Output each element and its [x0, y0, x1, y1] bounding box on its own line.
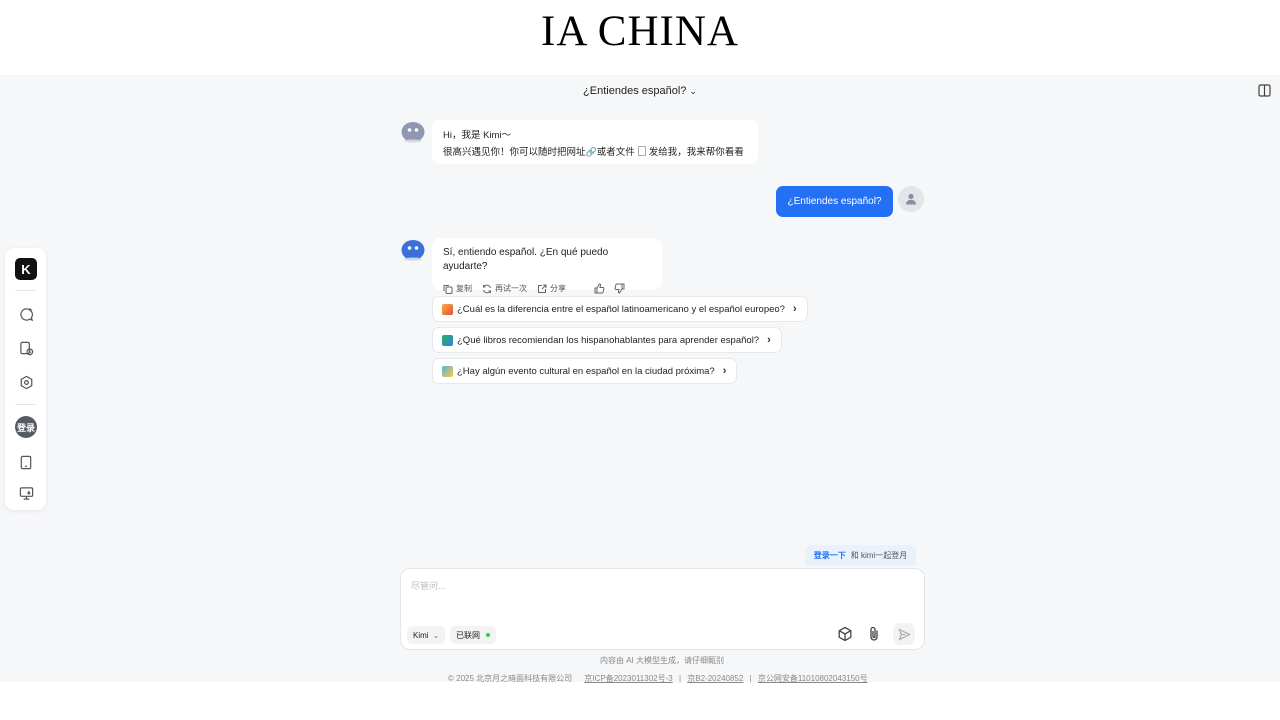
chat-title-dropdown[interactable]: ¿Entiendes español? ⌄: [0, 85, 1280, 97]
login-link[interactable]: 登录一下: [814, 550, 846, 561]
party-emoji-icon: [442, 303, 453, 315]
retry-button[interactable]: 再试一次: [482, 283, 527, 294]
sidebar-divider: [15, 404, 36, 405]
share-button[interactable]: 分享: [537, 283, 566, 294]
desktop-app-icon[interactable]: [15, 482, 37, 504]
composer: Kimi⌄ 已联网: [400, 568, 925, 650]
chat-title: ¿Entiendes español?: [583, 85, 687, 97]
b2-license-link[interactable]: 京B2-20240852: [687, 674, 743, 683]
chevron-down-icon: ⌄: [432, 630, 440, 640]
ai-disclaimer: 内容由 AI 大模型生成，请仔细甄别: [599, 656, 724, 665]
sidebar-divider: [15, 290, 36, 291]
icp-link[interactable]: 京ICP备2023011302号-3: [584, 674, 672, 683]
reply-text: Sí, entiendo español. ¿En qué puedo ayud…: [443, 247, 609, 272]
chevron-right-icon: ›: [792, 303, 797, 315]
model-selector[interactable]: Kimi ⌄: [407, 626, 446, 644]
link-icon: 🔗: [585, 147, 597, 157]
reply-actions: 复制 再试一次 分享: [443, 283, 651, 294]
masks-emoji-icon: [442, 365, 453, 377]
banner-title: IA CHINA: [541, 8, 739, 55]
kimi-logo[interactable]: K: [15, 258, 37, 280]
login-avatar-button[interactable]: 登录: [15, 416, 37, 438]
thumbs-up-icon[interactable]: [594, 283, 605, 294]
web-search-toggle[interactable]: 已联网: [450, 626, 496, 644]
greeting-message: Hi，我是 Kimi～ 很高兴遇见你！你可以随时把网址🔗或者文件 发给我，我来帮你…: [432, 120, 758, 164]
history-icon[interactable]: [15, 337, 37, 359]
share-icon: [538, 284, 547, 293]
message-input[interactable]: [411, 577, 811, 595]
copy-button[interactable]: 复制: [443, 283, 472, 294]
thumbs-down-icon[interactable]: [614, 283, 625, 294]
chevron-down-icon: ⌄: [689, 86, 697, 96]
suggestion-item[interactable]: ¿Cuál es la diferencia entre el español …: [432, 296, 808, 322]
greeting-line1: Hi，我是 Kimi～: [443, 130, 512, 141]
greeting-line2: 很高兴遇见你！你可以随时把网址🔗或者文件 发给我，我来帮你看看: [443, 146, 744, 158]
suggestion-item[interactable]: ¿Qué libros recomiendan los hispanohabla…: [432, 327, 782, 353]
sidebar: K 登录: [5, 248, 46, 510]
file-icon: [637, 146, 646, 156]
explore-icon[interactable]: [15, 371, 37, 393]
chat-app: K 登录 ¿Entiendes español? ⌄ Hi，我是 Kimi～ 很高: [0, 75, 1280, 683]
split-view-icon[interactable]: [1258, 84, 1271, 97]
login-tip: 登录一下 和 kimi一起登月: [805, 545, 916, 566]
mobile-app-icon[interactable]: [15, 451, 37, 473]
footer: © 2025 北京月之暗面科技有限公司 京ICP备2023011302号-3 |…: [448, 674, 868, 683]
send-icon: [897, 627, 911, 641]
kimi-bot-avatar: [401, 238, 425, 262]
cube-icon[interactable]: [834, 623, 856, 645]
banner: IA CHINA: [0, 0, 1280, 75]
login-tip-text: 和 kimi一起登月: [850, 551, 908, 560]
books-emoji-icon: [442, 334, 453, 346]
copyright-text: © 2025 北京月之暗面科技有限公司: [448, 674, 573, 683]
attachment-icon[interactable]: [863, 623, 885, 645]
refresh-icon: [483, 284, 491, 293]
user-avatar: [898, 186, 924, 212]
copy-icon: [443, 284, 453, 294]
kimi-bot-avatar: [401, 120, 425, 144]
send-button[interactable]: [893, 623, 915, 645]
assistant-reply: Sí, entiendo español. ¿En qué puedo ayud…: [432, 238, 662, 294]
chevron-right-icon: ›: [722, 365, 727, 377]
new-chat-icon[interactable]: [15, 303, 37, 325]
suggestion-item[interactable]: ¿Hay algún evento cultural en español en…: [432, 358, 738, 384]
police-record-link[interactable]: 京公网安备11010802043150号: [758, 674, 868, 683]
user-message: ¿Entiendes español?: [776, 186, 893, 217]
chevron-right-icon: ›: [767, 334, 771, 346]
online-status-dot: [486, 633, 490, 637]
